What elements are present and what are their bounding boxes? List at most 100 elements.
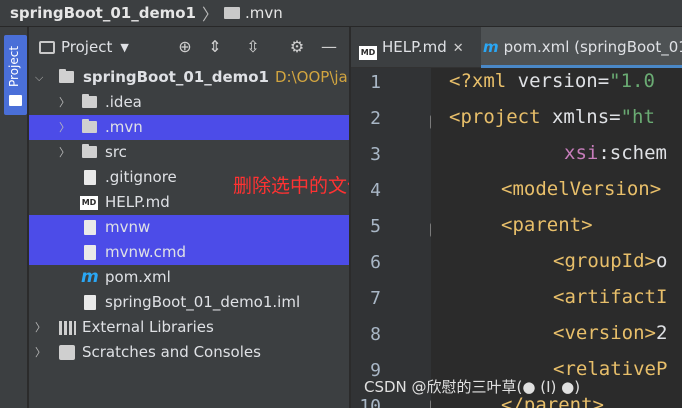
tree-item-selected[interactable]: mvnw xyxy=(29,215,349,240)
code-line: <modelVersion> xyxy=(501,178,661,200)
tree-item-label: .idea xyxy=(105,93,142,111)
tree-item-label: HELP.md xyxy=(105,193,170,211)
library-icon xyxy=(59,321,76,335)
line-number: 5 xyxy=(370,216,381,237)
script-file-icon xyxy=(84,220,96,235)
code-line: <version>2 xyxy=(553,322,667,344)
maven-file-icon: m xyxy=(483,38,499,56)
external-libraries-label: External Libraries xyxy=(82,318,214,336)
folder-icon xyxy=(82,144,97,158)
chevron-right-icon: 〉 xyxy=(202,5,219,24)
line-number: 8 xyxy=(370,324,381,345)
locate-icon[interactable]: ⊕ xyxy=(175,37,195,57)
folder-icon xyxy=(224,7,241,19)
code-line: <artifactI xyxy=(553,286,667,308)
collapse-all-icon[interactable]: ⇳ xyxy=(243,37,263,57)
external-libraries-row[interactable]: 〉 External Libraries xyxy=(29,315,349,340)
expand-all-icon[interactable]: ⇕ xyxy=(205,37,225,57)
tree-root-row[interactable]: ⌵ springBoot_01_demo1 D:\OOP\ja xyxy=(29,65,349,90)
maven-file-icon: m xyxy=(81,267,99,287)
module-folder-icon xyxy=(59,69,74,83)
editor-gutter: 1 2 3 4 5 6 7 8 9 10 xyxy=(351,68,431,408)
chevron-down-icon[interactable]: ⌵ xyxy=(35,65,43,90)
xml-tag: <?xml xyxy=(449,70,518,92)
xml-attr: :schem xyxy=(598,142,667,164)
tree-item[interactable]: 〉 src xyxy=(29,140,349,165)
xml-tag: <modelVersion> xyxy=(501,178,662,200)
chevron-right-icon[interactable]: 〉 xyxy=(59,115,70,140)
line-number: 2 xyxy=(370,108,381,129)
code-line: <project xmlns="ht xyxy=(449,106,655,128)
navigation-breadcrumb: springBoot_01_demo1 〉 .mvn xyxy=(0,0,682,27)
code-line: <?xml version="1.0 xyxy=(449,70,655,92)
scratches-label: Scratches and Consoles xyxy=(82,343,261,361)
red-annotation-text: 删除选中的文件 xyxy=(233,175,367,197)
tree-item-label: .gitignore xyxy=(105,168,177,186)
folder-icon xyxy=(82,119,97,133)
editor-tabs: MD HELP.md ✕ m pom.xml (springBoot_01 xyxy=(351,27,682,68)
gitignore-file-icon xyxy=(84,170,96,185)
xml-text: o xyxy=(655,250,668,272)
markdown-file-icon: MD xyxy=(80,196,98,210)
tree-item-label: springBoot_01_demo1.iml xyxy=(105,293,301,311)
line-number: 1 xyxy=(370,72,381,93)
tab-pom-xml[interactable]: m pom.xml (springBoot_01 xyxy=(481,27,682,68)
close-icon[interactable]: ✕ xyxy=(453,41,464,56)
xml-attr: version= xyxy=(517,70,610,92)
xml-tag: <artifactI xyxy=(553,286,668,308)
xml-attr: xmlns= xyxy=(551,106,621,128)
tree-item-selected[interactable]: 〉 .mvn xyxy=(29,115,349,140)
tree-item-label: mvnw.cmd xyxy=(105,243,187,261)
tree-item[interactable]: springBoot_01_demo1.iml xyxy=(29,290,349,315)
chevron-right-icon[interactable]: 〉 xyxy=(59,140,70,165)
code-line: <parent> xyxy=(501,214,593,236)
line-number: 6 xyxy=(370,252,381,273)
line-number: 4 xyxy=(370,180,381,201)
xml-tag: <groupId> xyxy=(553,250,656,272)
tree-item-label: src xyxy=(105,143,127,161)
project-view-selector[interactable]: Project xyxy=(61,38,112,56)
chevron-right-icon[interactable]: 〉 xyxy=(35,315,46,340)
xml-tag: <version> xyxy=(553,322,656,344)
tree-item[interactable]: 〉 .idea xyxy=(29,90,349,115)
watermark: CSDN @欣慰的三叶草(● (I) ●) xyxy=(364,378,581,396)
markdown-file-icon: MD xyxy=(359,46,377,60)
scratches-row[interactable]: 〉 Scratches and Consoles xyxy=(29,340,349,365)
xml-tag: <project xyxy=(449,106,552,128)
xml-tag: <parent> xyxy=(501,214,593,236)
tab-label: pom.xml (springBoot_01 xyxy=(503,38,682,56)
project-view-icon xyxy=(39,40,55,54)
code-editor[interactable]: <?xml version="1.0 <project xmlns="ht xs… xyxy=(431,68,682,408)
gear-icon[interactable]: ⚙ xyxy=(287,37,307,57)
breadcrumb-project[interactable]: springBoot_01_demo1 xyxy=(10,4,196,22)
xml-namespace: xsi xyxy=(564,142,599,164)
project-tab-label: Project xyxy=(7,45,21,87)
project-panel: Project ▼ ⊕ ⇕ ⇳ ⚙ — ⌵ springBoot_01_demo… xyxy=(29,27,349,408)
line-number: 3 xyxy=(370,144,381,165)
chevron-down-icon[interactable]: ▼ xyxy=(120,41,128,54)
chevron-right-icon[interactable]: 〉 xyxy=(35,340,46,365)
text-file-icon xyxy=(84,245,96,260)
module-file-icon xyxy=(84,295,96,310)
xml-value: "ht xyxy=(620,106,655,128)
root-label: springBoot_01_demo1 xyxy=(83,68,269,86)
xml-value: "1.0 xyxy=(609,70,655,92)
tree-item-selected[interactable]: mvnw.cmd xyxy=(29,240,349,265)
tree-item[interactable]: m pom.xml xyxy=(29,265,349,290)
code-line: <groupId>o xyxy=(553,250,667,272)
tree-item-label: mvnw xyxy=(105,218,151,236)
scratches-icon xyxy=(59,345,75,360)
project-tool-window-tab[interactable]: Project xyxy=(4,35,27,115)
tab-help-md[interactable]: MD HELP.md ✕ xyxy=(359,27,483,68)
folder-icon xyxy=(9,95,22,106)
hide-panel-icon[interactable]: — xyxy=(319,37,339,57)
line-number: 7 xyxy=(370,288,381,309)
tree-item-label: .mvn xyxy=(105,118,143,136)
tab-label: HELP.md xyxy=(382,38,447,56)
folder-icon xyxy=(82,94,97,108)
chevron-right-icon[interactable]: 〉 xyxy=(59,90,70,115)
tree-item-label: pom.xml xyxy=(105,268,171,286)
breadcrumb-folder[interactable]: .mvn xyxy=(245,4,283,22)
code-line: xsi:schem xyxy=(564,142,667,164)
line-number: 10 xyxy=(359,396,381,408)
